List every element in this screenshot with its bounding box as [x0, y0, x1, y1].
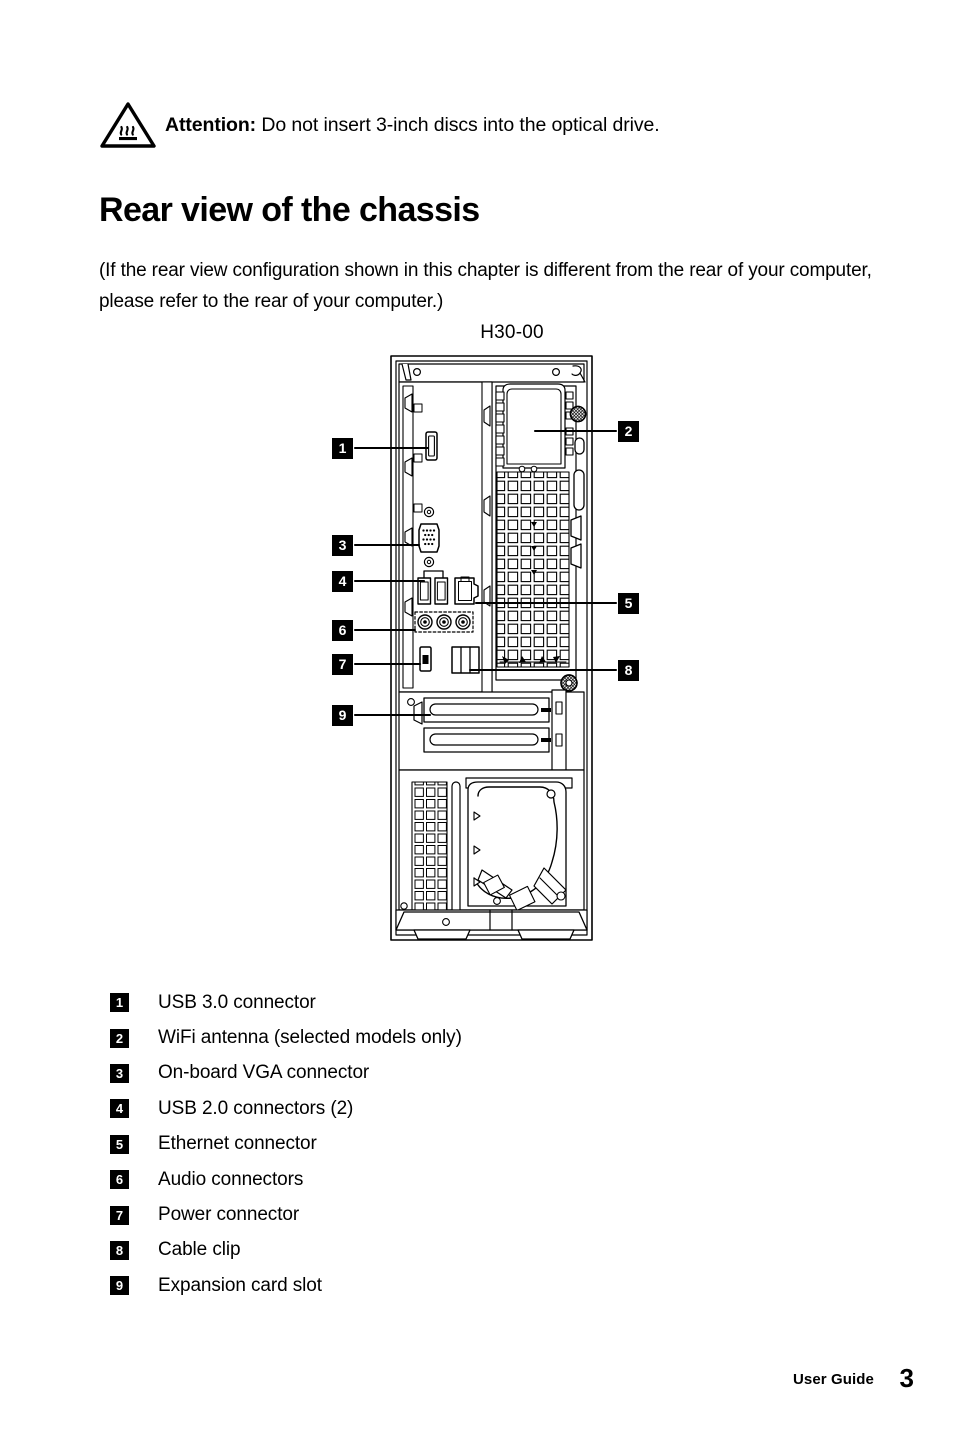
figure-callout-2: 2 — [618, 421, 639, 442]
legend-label-5: Ethernet connector — [158, 1133, 317, 1155]
figure-callout-1: 1 — [332, 438, 353, 459]
footer-guide-label: User Guide — [792, 1371, 874, 1388]
legend-badge-9: 9 — [110, 1276, 129, 1296]
list-item: 5 Ethernet connector — [110, 1127, 810, 1162]
footer-page-number: 3 — [899, 1363, 914, 1393]
legend-badge-6: 6 — [110, 1170, 129, 1190]
attention-text: Attention: Do not insert 3-inch discs in… — [165, 112, 660, 138]
list-item: 4 USB 2.0 connectors (2) — [110, 1091, 810, 1126]
list-item: 9 Expansion card slot — [110, 1268, 810, 1303]
figure-callout-5: 5 — [618, 593, 639, 614]
figure-callout-9: 9 — [332, 705, 353, 726]
legend-badge-5: 5 — [110, 1134, 129, 1154]
attention-label: Attention: — [165, 114, 257, 136]
figure-callout-3: 3 — [332, 535, 353, 556]
legend-label-2: WiFi antenna (selected models only) — [158, 1027, 462, 1049]
list-item: 8 Cable clip — [110, 1233, 810, 1268]
legend-label-6: Audio connectors — [158, 1168, 304, 1190]
legend-label-9: Expansion card slot — [158, 1274, 322, 1296]
hot-surface-warning-icon — [100, 102, 156, 148]
intro-paragraph: (If the rear view configuration shown in… — [99, 260, 872, 312]
legend-label-7: Power connector — [158, 1204, 300, 1226]
list-item: 1 USB 3.0 connector — [110, 985, 810, 1020]
legend-badge-2: 2 — [110, 1028, 129, 1048]
legend-label-1: USB 3.0 connector — [158, 991, 316, 1013]
list-item: 6 Audio connectors — [110, 1162, 810, 1197]
legend-badge-7: 7 — [110, 1205, 129, 1225]
model-label-text: H30-00 — [480, 322, 544, 343]
attention-body: Do not insert 3-inch discs into the opti… — [256, 114, 660, 136]
legend-badge-8: 8 — [110, 1240, 129, 1260]
model-label: H30-00 — [0, 322, 954, 344]
legend-label-8: Cable clip — [158, 1239, 241, 1261]
figure-callout-4: 4 — [332, 571, 353, 592]
list-item: 7 Power connector — [110, 1197, 810, 1232]
list-item: 2 WiFi antenna (selected models only) — [110, 1020, 810, 1055]
legend-badge-4: 4 — [110, 1099, 129, 1119]
legend-badge-3: 3 — [110, 1063, 129, 1083]
legend-label-4: USB 2.0 connectors (2) — [158, 1097, 354, 1119]
figure-callout-8: 8 — [618, 660, 639, 681]
page-footer: User Guide 3 — [0, 1363, 954, 1403]
list-item: 3 On-board VGA connector — [110, 1056, 810, 1091]
figure-callout-6: 6 — [332, 620, 353, 641]
chassis-rear-view-figure: 1 2 3 4 5 6 7 8 9 — [0, 350, 954, 960]
page-title: Rear view of the chassis — [99, 191, 480, 229]
legend-label-3: On-board VGA connector — [158, 1062, 370, 1084]
chassis-diagram — [353, 355, 618, 941]
attention-notice: Attention: Do not insert 3-inch discs in… — [99, 100, 859, 150]
legend-badge-1: 1 — [110, 993, 129, 1013]
figure-callout-7: 7 — [332, 654, 353, 675]
callout-legend-list: 1 USB 3.0 connector 2 WiFi antenna (sele… — [110, 985, 810, 1304]
